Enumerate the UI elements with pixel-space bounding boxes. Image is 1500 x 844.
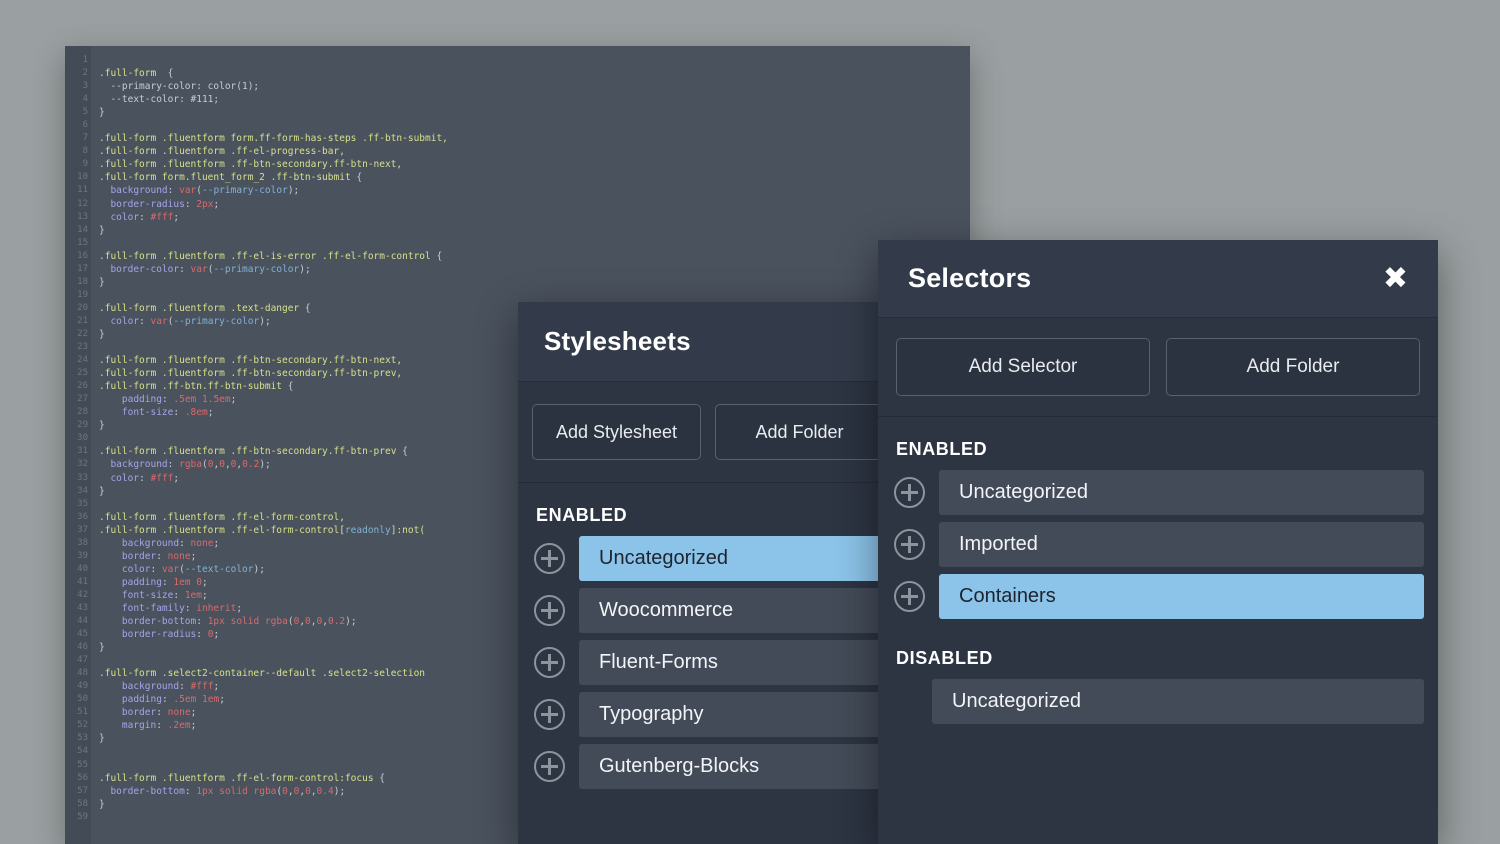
list-item[interactable]: Containers bbox=[878, 574, 1438, 619]
selectors-panel-title: Selectors bbox=[908, 263, 1032, 293]
list-item-label[interactable]: Containers bbox=[939, 574, 1424, 619]
plus-circle-icon[interactable] bbox=[894, 529, 925, 560]
list-item[interactable]: Uncategorized bbox=[878, 679, 1438, 724]
list-item-label[interactable]: Uncategorized bbox=[579, 536, 884, 581]
list-item[interactable]: Imported bbox=[878, 522, 1438, 567]
add-folder-button[interactable]: Add Folder bbox=[1166, 338, 1420, 396]
list-item-label[interactable]: Fluent-Forms bbox=[579, 640, 884, 685]
stylesheets-panel-actions: Add Stylesheet Add Folder bbox=[518, 382, 898, 483]
plus-circle-icon[interactable] bbox=[534, 647, 565, 678]
list-item[interactable]: Uncategorized bbox=[518, 536, 898, 581]
stylesheets-panel-header: Stylesheets bbox=[518, 302, 898, 382]
selectors-panel-header: Selectors ✖ bbox=[878, 240, 1438, 318]
list-item-label[interactable]: Uncategorized bbox=[939, 470, 1424, 515]
add-folder-button[interactable]: Add Folder bbox=[715, 404, 884, 460]
selectors-group-label-enabled: ENABLED bbox=[896, 439, 988, 459]
stylesheets-panel-title: Stylesheets bbox=[544, 326, 691, 356]
plus-circle-icon[interactable] bbox=[534, 751, 565, 782]
plus-circle-icon[interactable] bbox=[894, 581, 925, 612]
selectors-groups: ENABLED Uncategorized Imported Containers DI… bbox=[878, 417, 1438, 724]
list-item[interactable]: Woocommerce bbox=[518, 588, 898, 633]
selectors-group-label-disabled: DISABLED bbox=[896, 648, 993, 668]
close-icon[interactable]: ✖ bbox=[1383, 263, 1408, 294]
selectors-panel[interactable]: Selectors ✖ Add Selector Add Folder ENAB… bbox=[878, 240, 1438, 844]
plus-circle-icon[interactable] bbox=[894, 477, 925, 508]
list-item-label[interactable]: Imported bbox=[939, 522, 1424, 567]
list-item[interactable]: Typography bbox=[518, 692, 898, 737]
stylesheets-panel[interactable]: Stylesheets Add Stylesheet Add Folder EN… bbox=[518, 302, 898, 844]
add-stylesheet-button[interactable]: Add Stylesheet bbox=[532, 404, 701, 460]
list-item-label[interactable]: Typography bbox=[579, 692, 884, 737]
stylesheets-group-label-enabled: ENABLED bbox=[536, 505, 628, 525]
selectors-panel-actions: Add Selector Add Folder bbox=[878, 318, 1438, 417]
plus-circle-icon[interactable] bbox=[534, 699, 565, 730]
plus-circle-icon[interactable] bbox=[534, 543, 565, 574]
stylesheets-group-enabled: ENABLED Uncategorized Woocommerce Fluent-F… bbox=[518, 483, 898, 789]
list-item[interactable]: Gutenberg-Blocks bbox=[518, 744, 898, 789]
list-item[interactable]: Uncategorized bbox=[878, 470, 1438, 515]
plus-circle-icon[interactable] bbox=[534, 595, 565, 626]
code-line-number-gutter: 1 2 3 4 5 6 7 8 9 10 11 12 13 14 15 16 17 18 19 20 21 22 23 24 2… bbox=[65, 46, 91, 844]
stylesheets-list: Uncategorized Woocommerce Fluent-Forms Typo… bbox=[518, 536, 898, 789]
list-item-label[interactable]: Woocommerce bbox=[579, 588, 884, 633]
list-item[interactable]: Fluent-Forms bbox=[518, 640, 898, 685]
add-selector-button[interactable]: Add Selector bbox=[896, 338, 1150, 396]
list-item-label[interactable]: Gutenberg-Blocks bbox=[579, 744, 884, 789]
list-item-label[interactable]: Uncategorized bbox=[932, 679, 1424, 724]
